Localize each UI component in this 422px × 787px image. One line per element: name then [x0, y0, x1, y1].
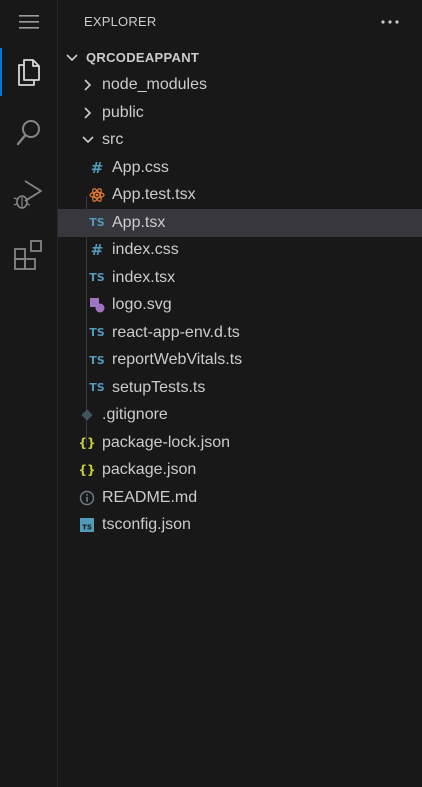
- typescript-file-icon: TS: [89, 271, 105, 285]
- run-debug-icon: [13, 180, 42, 209]
- file-label: reportWebVitals.ts: [112, 351, 243, 369]
- file-item[interactable]: # App.css: [58, 154, 422, 182]
- file-label: .gitignore: [102, 406, 168, 424]
- file-item[interactable]: TS react-app-env.d.ts: [58, 319, 422, 347]
- sidebar-header: EXPLORER: [58, 0, 422, 44]
- file-label: index.tsx: [112, 268, 176, 286]
- vscode-window: EXPLORER QRCODEAPPANT node_modules publi…: [0, 0, 422, 787]
- files-icon: [18, 59, 40, 86]
- file-label: App.test.tsx: [112, 186, 196, 204]
- file-item[interactable]: {} package.json: [58, 457, 422, 485]
- typescript-file-icon: TS: [89, 216, 105, 230]
- file-item[interactable]: {} package-lock.json: [58, 429, 422, 457]
- info-icon: [78, 489, 96, 507]
- file-label: package.json: [102, 461, 197, 479]
- root-folder[interactable]: QRCODEAPPANT: [58, 44, 422, 72]
- activity-bar: [0, 0, 58, 787]
- ellipsis-icon: [381, 20, 399, 24]
- file-label: README.md: [102, 488, 198, 506]
- root-folder-label: QRCODEAPPANT: [86, 50, 200, 66]
- css-file-icon: #: [90, 158, 104, 177]
- folder-item[interactable]: src: [58, 127, 422, 155]
- css-file-icon: #: [90, 241, 104, 260]
- search-icon: [16, 120, 40, 146]
- chevron-right-icon: [80, 77, 96, 93]
- file-tree: QRCODEAPPANT node_modules public src # A…: [58, 44, 422, 539]
- activity-extensions[interactable]: [0, 231, 58, 279]
- file-item[interactable]: TS index.tsx: [58, 264, 422, 292]
- typescript-file-icon: TS: [89, 353, 105, 367]
- typescript-file-icon: TS: [89, 326, 105, 340]
- json-file-icon: {}: [78, 463, 96, 478]
- folder-label: src: [102, 131, 124, 149]
- git-icon: [78, 406, 96, 424]
- folder-label: node_modules: [102, 76, 207, 94]
- hamburger-icon: [19, 15, 39, 29]
- file-item[interactable]: README.md: [58, 484, 422, 512]
- file-label: setupTests.ts: [112, 378, 206, 396]
- activity-explorer[interactable]: [0, 48, 58, 96]
- file-item[interactable]: logo.svg: [58, 292, 422, 320]
- explorer-sidebar: EXPLORER QRCODEAPPANT node_modules publi…: [58, 0, 422, 787]
- activity-search[interactable]: [0, 109, 58, 157]
- file-item[interactable]: App.test.tsx: [58, 182, 422, 210]
- folder-label: public: [102, 103, 144, 121]
- folder-item[interactable]: node_modules: [58, 72, 422, 100]
- activity-run-debug[interactable]: [0, 170, 58, 218]
- file-item[interactable]: .gitignore: [58, 402, 422, 430]
- file-label: logo.svg: [112, 296, 172, 314]
- file-item[interactable]: TS tsconfig.json: [58, 512, 422, 540]
- file-label: tsconfig.json: [102, 516, 191, 534]
- chevron-down-icon: [80, 132, 96, 148]
- file-item[interactable]: TS setupTests.ts: [58, 374, 422, 402]
- react-icon: [88, 186, 106, 204]
- svg-text:TS: TS: [82, 524, 92, 532]
- tsconfig-file-icon: TS: [78, 516, 96, 534]
- file-label: App.tsx: [112, 213, 166, 231]
- typescript-file-icon: TS: [89, 381, 105, 395]
- file-label: package-lock.json: [102, 433, 231, 451]
- menu-button[interactable]: [0, 0, 58, 44]
- json-file-icon: {}: [78, 435, 96, 450]
- file-item[interactable]: # index.css: [58, 237, 422, 265]
- file-item-selected[interactable]: TS App.tsx: [58, 209, 422, 237]
- chevron-down-icon: [64, 50, 80, 66]
- sidebar-title: EXPLORER: [84, 14, 157, 29]
- file-label: App.css: [112, 158, 169, 176]
- more-actions-button[interactable]: [376, 10, 404, 34]
- file-label: index.css: [112, 241, 179, 259]
- file-item[interactable]: TS reportWebVitals.ts: [58, 347, 422, 375]
- svg-file-icon: [88, 296, 106, 314]
- extensions-icon: [14, 240, 42, 270]
- folder-item[interactable]: public: [58, 99, 422, 127]
- chevron-right-icon: [80, 105, 96, 121]
- file-label: react-app-env.d.ts: [112, 323, 240, 341]
